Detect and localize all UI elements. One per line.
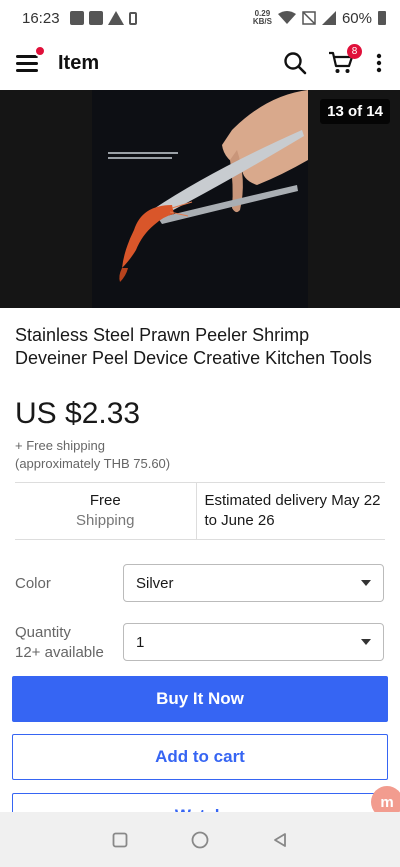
recents-button[interactable] [100, 820, 140, 860]
color-select[interactable]: Silver [123, 564, 384, 602]
page-title: Item [58, 51, 100, 74]
add-to-cart-button[interactable]: Add to cart [12, 734, 388, 780]
product-title: Stainless Steel Prawn Peeler Shrimp Deve… [15, 325, 372, 368]
quantity-label: Quantity [15, 624, 71, 641]
search-icon [284, 52, 307, 75]
battery-icon [378, 11, 386, 25]
back-icon [274, 832, 286, 847]
more-options-button[interactable] [372, 48, 386, 78]
phone-icon [128, 11, 137, 25]
color-value: Silver [136, 574, 174, 592]
quantity-select[interactable]: 1 [123, 623, 384, 661]
status-bar: 16:23 0.29 KB/S 60% [0, 0, 400, 36]
battery-percent: 60% [341, 9, 372, 27]
muted-icon [302, 11, 316, 25]
shipping-note: + Free shipping (approximately THB 75.60… [15, 437, 170, 473]
wifi-icon [277, 11, 296, 24]
network-speed: 0.29 KB/S [253, 10, 272, 26]
cart-count-badge: 8 [347, 44, 362, 59]
free-shipping-line: + Free shipping [15, 438, 105, 453]
home-button[interactable] [180, 820, 220, 860]
search-button[interactable] [280, 48, 310, 78]
status-time: 16:23 [22, 9, 60, 27]
shipping-info-row: Free Shipping Estimated delivery May 22 … [15, 482, 385, 540]
dropdown-arrow-icon [361, 580, 371, 586]
warning-icon [107, 11, 124, 25]
product-price: US $2.33 [15, 397, 141, 430]
signal-icon [321, 11, 336, 25]
image-gallery[interactable]: 13 of 14 [0, 90, 400, 308]
navigation-bar [0, 812, 400, 867]
dropdown-arrow-icon [361, 639, 371, 645]
recents-icon [112, 832, 128, 847]
back-button[interactable] [260, 820, 300, 860]
cart-button[interactable]: 8 [326, 44, 362, 78]
buy-it-now-button[interactable]: Buy It Now [12, 676, 388, 722]
color-label: Color [15, 575, 51, 592]
notification-icon [88, 11, 103, 25]
network-speed-unit: KB/S [252, 17, 272, 26]
shipping-subtitle: Shipping [76, 512, 135, 529]
quantity-available: 12+ available [15, 644, 104, 661]
notification-icon [69, 11, 84, 25]
quantity-label-group: Quantity 12+ available [15, 623, 104, 663]
approximate-price: (approximately THB 75.60) [15, 456, 171, 471]
quantity-value: 1 [136, 633, 145, 651]
more-vertical-icon [376, 53, 382, 73]
shipping-title: Free [89, 492, 121, 509]
notification-dot [34, 45, 46, 57]
image-counter: 13 of 14 [320, 99, 390, 124]
delivery-estimate: Estimated delivery May 22 to June 26 [204, 492, 381, 529]
app-header: Item 8 [0, 36, 400, 90]
shipping-info: Free Shipping [15, 483, 197, 539]
home-icon [191, 831, 209, 848]
menu-button[interactable] [16, 45, 46, 75]
product-image [92, 90, 308, 308]
